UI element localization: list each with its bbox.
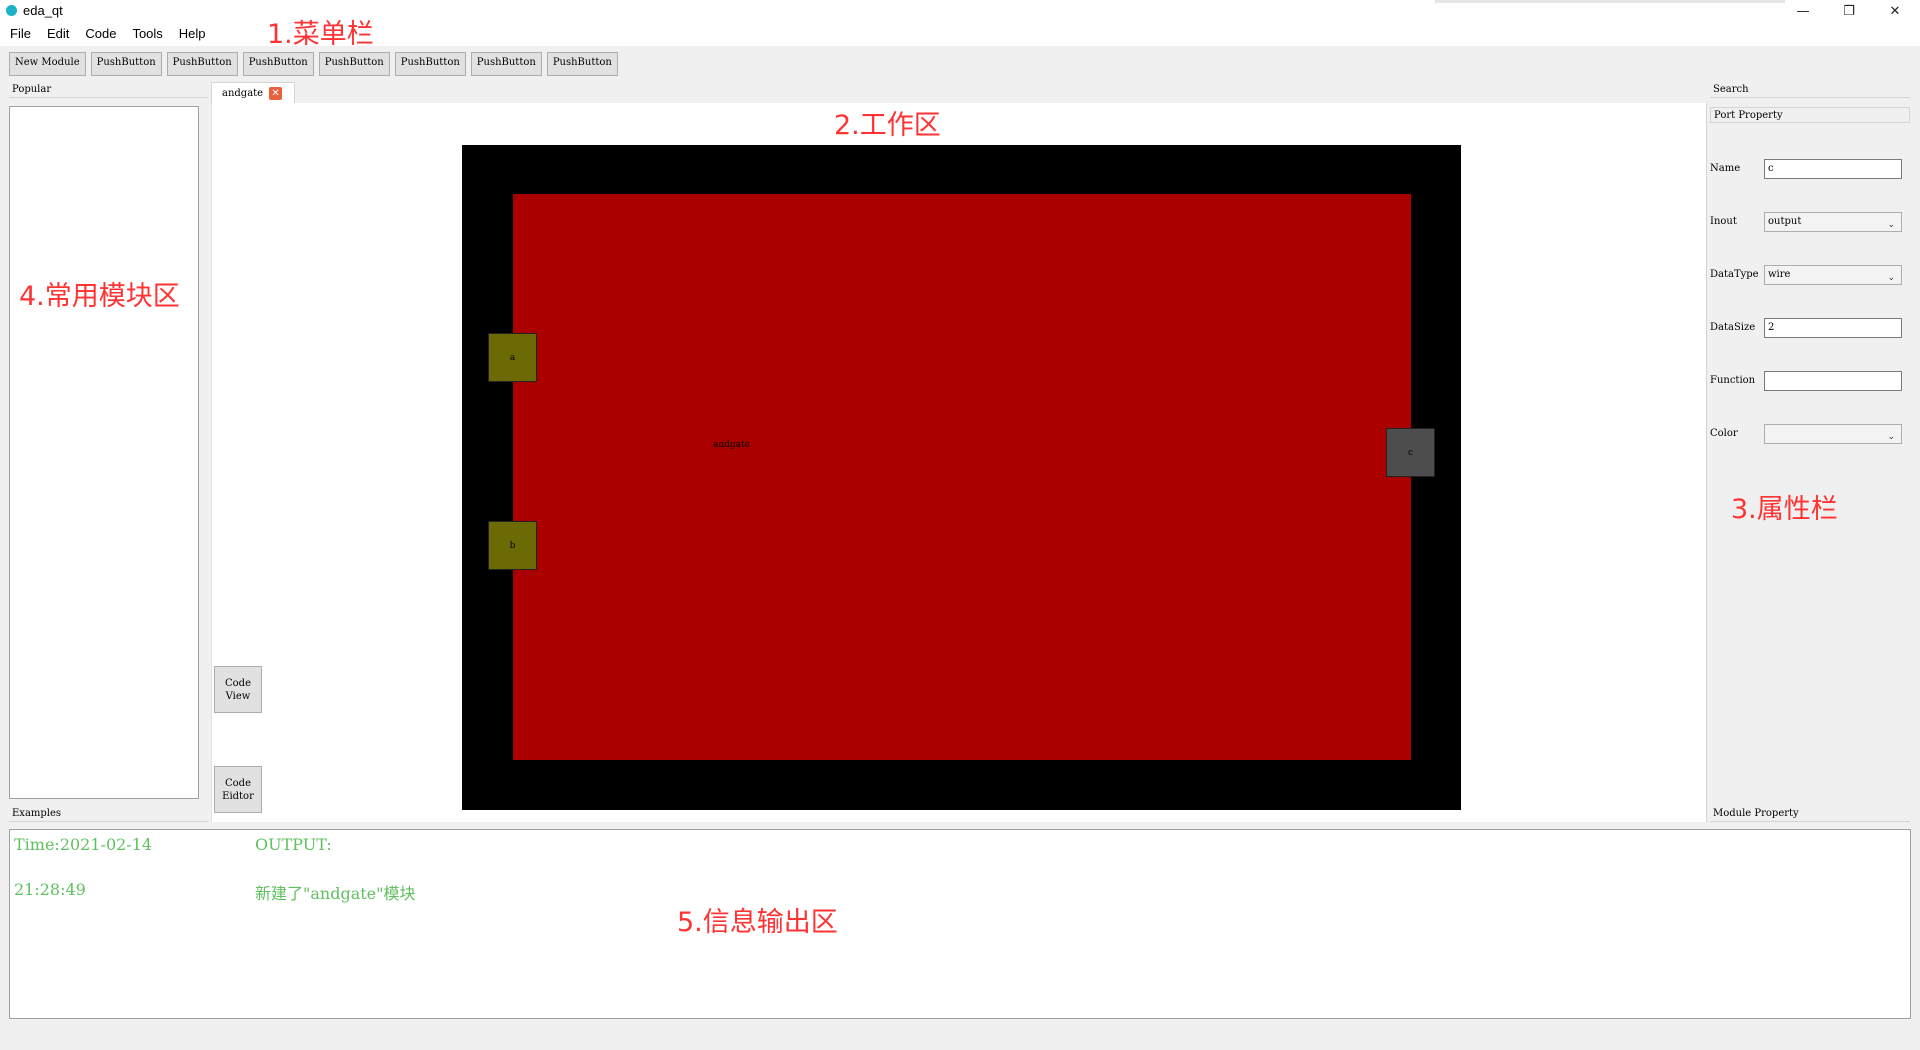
inout-value: output [1768, 216, 1802, 227]
output-time-date: Time:2021-02-14 [14, 835, 153, 854]
name-field[interactable]: c [1764, 159, 1902, 179]
port-property-title: Port Property [1710, 107, 1910, 123]
push-button-3[interactable]: PushButton [242, 52, 314, 76]
port-c[interactable]: c [1386, 428, 1435, 477]
code-editor-label-2: Eidtor [222, 790, 254, 802]
module-body[interactable] [513, 194, 1411, 760]
popular-dock-title: Popular [9, 82, 208, 98]
color-label: Color [1710, 428, 1738, 439]
menu-file[interactable]: File [2, 22, 39, 46]
menu-code[interactable]: Code [77, 22, 124, 46]
menu-help[interactable]: Help [171, 22, 214, 46]
datasize-label: DataSize [1710, 322, 1756, 333]
chevron-down-icon: ⌄ [1887, 273, 1895, 283]
new-module-button[interactable]: New Module [9, 52, 86, 76]
name-label: Name [1710, 163, 1741, 174]
output-message: 新建了"andgate"模块 [255, 884, 416, 903]
port-b[interactable]: b [488, 521, 537, 570]
datatype-select[interactable]: wire ⌄ [1764, 265, 1902, 285]
right-dock-separator [1706, 103, 1707, 822]
output-header: OUTPUT: [255, 835, 332, 854]
menu-tools[interactable]: Tools [124, 22, 170, 46]
tab-close-icon[interactable]: ✕ [269, 87, 283, 100]
chevron-down-icon: ⌄ [1887, 432, 1895, 442]
push-button-1[interactable]: PushButton [90, 52, 162, 76]
inout-select[interactable]: output ⌄ [1764, 212, 1902, 232]
restore-button[interactable]: ❐ [1826, 0, 1872, 22]
push-button-7[interactable]: PushButton [546, 52, 618, 76]
push-button-2[interactable]: PushButton [166, 52, 238, 76]
output-panel[interactable]: Time:2021-02-14 21:28:49 OUTPUT: 新建了"and… [9, 829, 1911, 1019]
module-property-title[interactable]: Module Property [1710, 806, 1910, 822]
port-a[interactable]: a [488, 333, 537, 382]
code-view-button[interactable]: Code View [214, 666, 262, 713]
port-c-label: c [1407, 447, 1414, 458]
tab-label: andgate [222, 88, 264, 99]
code-editor-label-1: Code [225, 777, 251, 789]
annotation-popular-modules: 4.常用模块区 [19, 281, 180, 312]
annotation-menu-bar: 1.菜单栏 [267, 19, 374, 50]
app-icon [6, 5, 17, 16]
menu-edit[interactable]: Edit [39, 22, 77, 46]
annotation-property-bar: 3.属性栏 [1731, 494, 1838, 525]
chevron-down-icon: ⌄ [1887, 220, 1895, 230]
annotation-work-area: 2.工作区 [834, 110, 941, 141]
code-view-label-2: View [225, 690, 251, 702]
color-select[interactable]: ⌄ [1764, 424, 1902, 444]
function-field[interactable] [1764, 371, 1902, 391]
toolbar: New Module PushButton PushButton PushBut… [0, 52, 618, 80]
close-window-button[interactable]: ✕ [1872, 0, 1918, 22]
push-button-5[interactable]: PushButton [394, 52, 466, 76]
examples-dock-title: Examples [9, 806, 208, 822]
annotation-output-area: 5.信息输出区 [677, 907, 838, 938]
module-name-label: andgate [713, 440, 750, 450]
port-b-label: b [509, 540, 516, 551]
push-button-4[interactable]: PushButton [318, 52, 390, 76]
function-label: Function [1710, 375, 1756, 386]
push-button-6[interactable]: PushButton [470, 52, 542, 76]
datatype-value: wire [1768, 269, 1791, 280]
inout-label: Inout [1710, 216, 1737, 227]
window-shadow [1435, 0, 1785, 3]
datatype-label: DataType [1710, 269, 1759, 280]
datasize-field[interactable]: 2 [1764, 318, 1902, 338]
search-dock-title[interactable]: Search [1710, 82, 1910, 98]
code-view-label-1: Code [225, 677, 251, 689]
popular-module-list[interactable] [9, 106, 199, 799]
window-title: eda_qt [23, 3, 63, 18]
code-editor-button[interactable]: Code Eidtor [214, 766, 262, 813]
port-a-label: a [509, 352, 516, 363]
tab-andgate[interactable]: andgate ✕ [211, 82, 295, 104]
output-time-clock: 21:28:49 [14, 880, 86, 899]
minimize-button[interactable]: — [1780, 0, 1826, 22]
